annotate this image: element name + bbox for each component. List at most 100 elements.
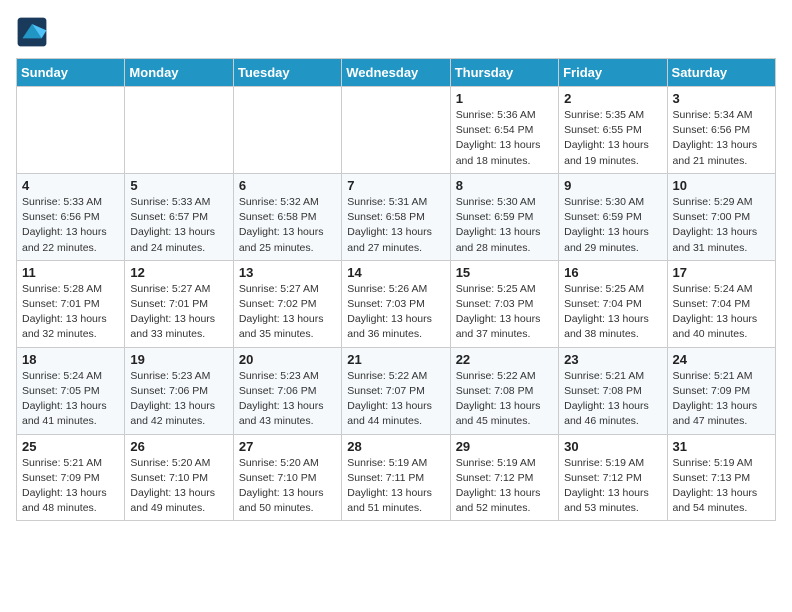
- calendar-week-2: 4 Sunrise: 5:33 AMSunset: 6:56 PMDaylight…: [17, 173, 776, 260]
- day-number: 24: [673, 352, 770, 367]
- day-number: 6: [239, 178, 336, 193]
- calendar-cell: 28Sunrise: 5:19 AMSunset: 7:11 PMDayligh…: [342, 434, 450, 521]
- calendar-cell: 17 Sunrise: 5:24 AMSunset: 7:04 PMDayligh…: [667, 260, 775, 347]
- day-number: 2: [564, 91, 661, 106]
- calendar-cell: 18 Sunrise: 5:24 AMSunset: 7:05 PMDayligh…: [17, 347, 125, 434]
- day-info: Sunrise: 5:19 AMSunset: 7:13 PMDaylight:…: [673, 456, 770, 517]
- column-header-monday: Monday: [125, 59, 233, 87]
- day-number: 14: [347, 265, 444, 280]
- calendar-week-5: 25 Sunrise: 5:21 AMSunset: 7:09 PMDayligh…: [17, 434, 776, 521]
- calendar-table: SundayMondayTuesdayWednesdayThursdayFrid…: [16, 58, 776, 521]
- day-number: 19: [130, 352, 227, 367]
- day-info: Sunrise: 5:24 AMSunset: 7:05 PMDaylight:…: [22, 369, 119, 430]
- column-header-saturday: Saturday: [667, 59, 775, 87]
- column-header-friday: Friday: [559, 59, 667, 87]
- calendar-cell: 14 Sunrise: 5:26 AMSunset: 7:03 PMDayligh…: [342, 260, 450, 347]
- calendar-cell: 27Sunrise: 5:20 AMSunset: 7:10 PMDayligh…: [233, 434, 341, 521]
- day-info: Sunrise: 5:19 AMSunset: 7:12 PMDaylight:…: [564, 456, 661, 517]
- day-number: 31: [673, 439, 770, 454]
- day-info: Sunrise: 5:32 AMSunset: 6:58 PMDaylight:…: [239, 195, 336, 256]
- day-info: Sunrise: 5:31 AMSunset: 6:58 PMDaylight:…: [347, 195, 444, 256]
- calendar-cell: [233, 87, 341, 174]
- day-number: 23: [564, 352, 661, 367]
- day-number: 5: [130, 178, 227, 193]
- calendar-cell: 6 Sunrise: 5:32 AMSunset: 6:58 PMDaylight…: [233, 173, 341, 260]
- calendar-header-row: SundayMondayTuesdayWednesdayThursdayFrid…: [17, 59, 776, 87]
- day-number: 9: [564, 178, 661, 193]
- calendar-cell: 7 Sunrise: 5:31 AMSunset: 6:58 PMDaylight…: [342, 173, 450, 260]
- day-info: Sunrise: 5:20 AMSunset: 7:10 PMDaylight:…: [130, 456, 227, 517]
- calendar-cell: 16 Sunrise: 5:25 AMSunset: 7:04 PMDayligh…: [559, 260, 667, 347]
- day-info: Sunrise: 5:34 AMSunset: 6:56 PMDaylight:…: [673, 108, 770, 169]
- calendar-week-1: 1 Sunrise: 5:36 AMSunset: 6:54 PMDaylight…: [17, 87, 776, 174]
- calendar-cell: 30 Sunrise: 5:19 AMSunset: 7:12 PMDayligh…: [559, 434, 667, 521]
- day-number: 20: [239, 352, 336, 367]
- column-header-sunday: Sunday: [17, 59, 125, 87]
- day-number: 16: [564, 265, 661, 280]
- day-info: Sunrise: 5:30 AMSunset: 6:59 PMDaylight:…: [456, 195, 553, 256]
- day-info: Sunrise: 5:35 AMSunset: 6:55 PMDaylight:…: [564, 108, 661, 169]
- calendar-cell: 21 Sunrise: 5:22 AMSunset: 7:07 PMDayligh…: [342, 347, 450, 434]
- calendar-cell: 15 Sunrise: 5:25 AMSunset: 7:03 PMDayligh…: [450, 260, 558, 347]
- day-info: Sunrise: 5:26 AMSunset: 7:03 PMDaylight:…: [347, 282, 444, 343]
- day-number: 18: [22, 352, 119, 367]
- calendar-week-4: 18 Sunrise: 5:24 AMSunset: 7:05 PMDayligh…: [17, 347, 776, 434]
- calendar-cell: 8 Sunrise: 5:30 AMSunset: 6:59 PMDaylight…: [450, 173, 558, 260]
- day-info: Sunrise: 5:24 AMSunset: 7:04 PMDaylight:…: [673, 282, 770, 343]
- calendar-cell: [125, 87, 233, 174]
- calendar-cell: 3 Sunrise: 5:34 AMSunset: 6:56 PMDaylight…: [667, 87, 775, 174]
- calendar-cell: 1 Sunrise: 5:36 AMSunset: 6:54 PMDaylight…: [450, 87, 558, 174]
- day-number: 28: [347, 439, 444, 454]
- day-number: 30: [564, 439, 661, 454]
- day-info: Sunrise: 5:23 AMSunset: 7:06 PMDaylight:…: [130, 369, 227, 430]
- day-info: Sunrise: 5:28 AMSunset: 7:01 PMDaylight:…: [22, 282, 119, 343]
- day-info: Sunrise: 5:25 AMSunset: 7:03 PMDaylight:…: [456, 282, 553, 343]
- day-number: 17: [673, 265, 770, 280]
- day-info: Sunrise: 5:27 AMSunset: 7:02 PMDaylight:…: [239, 282, 336, 343]
- day-number: 25: [22, 439, 119, 454]
- day-info: Sunrise: 5:29 AMSunset: 7:00 PMDaylight:…: [673, 195, 770, 256]
- calendar-cell: [342, 87, 450, 174]
- day-info: Sunrise: 5:19 AMSunset: 7:12 PMDaylight:…: [456, 456, 553, 517]
- logo-icon: [16, 16, 48, 48]
- page-header: [16, 16, 776, 48]
- day-number: 8: [456, 178, 553, 193]
- calendar-cell: 19 Sunrise: 5:23 AMSunset: 7:06 PMDayligh…: [125, 347, 233, 434]
- calendar-cell: 2 Sunrise: 5:35 AMSunset: 6:55 PMDaylight…: [559, 87, 667, 174]
- calendar-cell: 13 Sunrise: 5:27 AMSunset: 7:02 PMDayligh…: [233, 260, 341, 347]
- calendar-cell: 20 Sunrise: 5:23 AMSunset: 7:06 PMDayligh…: [233, 347, 341, 434]
- calendar-cell: 23Sunrise: 5:21 AMSunset: 7:08 PMDayligh…: [559, 347, 667, 434]
- day-info: Sunrise: 5:27 AMSunset: 7:01 PMDaylight:…: [130, 282, 227, 343]
- day-info: Sunrise: 5:25 AMSunset: 7:04 PMDaylight:…: [564, 282, 661, 343]
- day-number: 1: [456, 91, 553, 106]
- day-number: 27: [239, 439, 336, 454]
- day-number: 15: [456, 265, 553, 280]
- calendar-cell: 4 Sunrise: 5:33 AMSunset: 6:56 PMDaylight…: [17, 173, 125, 260]
- column-header-wednesday: Wednesday: [342, 59, 450, 87]
- day-info: Sunrise: 5:23 AMSunset: 7:06 PMDaylight:…: [239, 369, 336, 430]
- day-number: 13: [239, 265, 336, 280]
- calendar-cell: 29 Sunrise: 5:19 AMSunset: 7:12 PMDayligh…: [450, 434, 558, 521]
- day-number: 4: [22, 178, 119, 193]
- day-info: Sunrise: 5:22 AMSunset: 7:07 PMDaylight:…: [347, 369, 444, 430]
- calendar-cell: 22 Sunrise: 5:22 AMSunset: 7:08 PMDayligh…: [450, 347, 558, 434]
- day-info: Sunrise: 5:30 AMSunset: 6:59 PMDaylight:…: [564, 195, 661, 256]
- calendar-week-3: 11Sunrise: 5:28 AMSunset: 7:01 PMDayligh…: [17, 260, 776, 347]
- calendar-cell: 31 Sunrise: 5:19 AMSunset: 7:13 PMDayligh…: [667, 434, 775, 521]
- calendar-cell: 12Sunrise: 5:27 AMSunset: 7:01 PMDayligh…: [125, 260, 233, 347]
- calendar-body: 1 Sunrise: 5:36 AMSunset: 6:54 PMDaylight…: [17, 87, 776, 521]
- day-info: Sunrise: 5:33 AMSunset: 6:56 PMDaylight:…: [22, 195, 119, 256]
- logo: [16, 16, 52, 48]
- day-number: 29: [456, 439, 553, 454]
- day-number: 10: [673, 178, 770, 193]
- day-info: Sunrise: 5:36 AMSunset: 6:54 PMDaylight:…: [456, 108, 553, 169]
- day-number: 7: [347, 178, 444, 193]
- day-number: 3: [673, 91, 770, 106]
- day-number: 21: [347, 352, 444, 367]
- day-info: Sunrise: 5:22 AMSunset: 7:08 PMDaylight:…: [456, 369, 553, 430]
- calendar-cell: 26Sunrise: 5:20 AMSunset: 7:10 PMDayligh…: [125, 434, 233, 521]
- day-number: 22: [456, 352, 553, 367]
- day-info: Sunrise: 5:21 AMSunset: 7:09 PMDaylight:…: [22, 456, 119, 517]
- calendar-cell: 10 Sunrise: 5:29 AMSunset: 7:00 PMDayligh…: [667, 173, 775, 260]
- day-info: Sunrise: 5:21 AMSunset: 7:09 PMDaylight:…: [673, 369, 770, 430]
